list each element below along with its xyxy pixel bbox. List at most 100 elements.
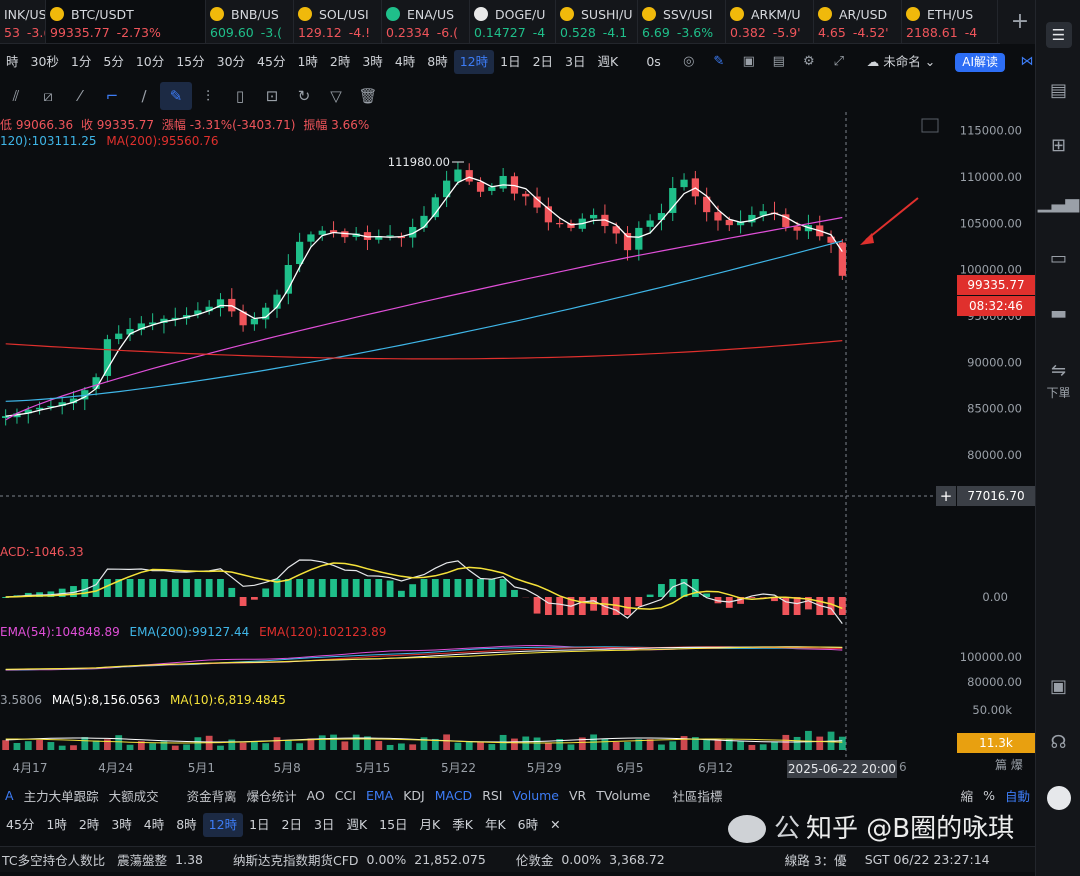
bottom-timeframe-option[interactable]: 3時 bbox=[105, 813, 137, 837]
gold-label[interactable]: 伦敦金 bbox=[516, 850, 554, 869]
bottom-timeframe-option[interactable]: 15日 bbox=[373, 813, 413, 837]
ticker-tab[interactable]: ETH/US 2188.61 -4 bbox=[902, 0, 998, 43]
indicator-option[interactable]: 大额成交 bbox=[104, 786, 164, 805]
template-icon[interactable]: ▣ bbox=[741, 54, 757, 70]
curve-icon[interactable]: ↻ bbox=[288, 82, 320, 110]
ticker-tab[interactable]: AR/USD 4.65 -4.52' bbox=[814, 0, 902, 43]
ticker-tab[interactable]: SSV/USI 6.69 -3.6% bbox=[638, 0, 726, 43]
percent-scale-toggle[interactable]: % bbox=[983, 788, 995, 803]
price-chart[interactable]: 0.00 100000.00 80000.00 50.00k 115000.00 110… bbox=[0, 112, 1035, 780]
indicator-option[interactable]: 社區指標 bbox=[667, 786, 727, 805]
pen-icon[interactable]: ✎ bbox=[711, 54, 727, 70]
bottom-timeframe-option[interactable]: 1日 bbox=[243, 813, 275, 837]
ticker-tab[interactable]: ENA/US 0.2334 -6.( bbox=[382, 0, 470, 43]
add-alert-button[interactable]: + bbox=[936, 486, 956, 506]
timeframe-option[interactable]: 15分 bbox=[170, 50, 210, 74]
stats-icon[interactable]: ▁▃▅ bbox=[1036, 192, 1080, 213]
timeframe-option[interactable]: 45分 bbox=[251, 50, 291, 74]
indicator-option[interactable]: 资金背离 bbox=[182, 786, 242, 805]
ticker-tab[interactable]: BNB/US 609.60 -3.( bbox=[206, 0, 294, 43]
camera-icon[interactable]: ◎ bbox=[681, 54, 697, 70]
log-scale-toggle[interactable]: 縮 bbox=[961, 786, 974, 805]
fullscreen-icon[interactable]: ⤢ bbox=[831, 54, 847, 70]
bottom-timeframe-option[interactable]: 12時 bbox=[202, 813, 244, 837]
trend-line-icon[interactable]: ⧄ bbox=[32, 82, 64, 110]
support-icon[interactable]: ☊ bbox=[1036, 732, 1080, 753]
battery-icon[interactable]: ▯ bbox=[224, 82, 256, 110]
trade-icon[interactable]: ⇋ bbox=[1036, 360, 1080, 381]
ticker-tab[interactable]: ARKM/U 0.382 -5.9' bbox=[726, 0, 814, 43]
timeframe-option[interactable]: 4時 bbox=[389, 50, 421, 74]
bottom-timeframe-option[interactable]: 年K bbox=[479, 813, 512, 837]
filter-icon[interactable]: ▽ bbox=[320, 82, 352, 110]
timeframe-option[interactable]: 2日 bbox=[527, 50, 559, 74]
timeframe-option[interactable]: 8時 bbox=[421, 50, 453, 74]
timeframe-option[interactable]: 12時 bbox=[453, 50, 495, 74]
pen-icon[interactable]: ✎ bbox=[160, 82, 192, 110]
bottom-timeframe-option[interactable]: 8時 bbox=[170, 813, 202, 837]
interval-label[interactable]: 0s bbox=[640, 50, 666, 74]
indicator-option[interactable]: KDJ bbox=[398, 788, 430, 803]
timeframe-option[interactable]: 3時 bbox=[356, 50, 388, 74]
brush-icon[interactable]: ∕ bbox=[128, 82, 160, 110]
indicator-option[interactable]: MACD bbox=[430, 788, 477, 803]
add-tab-button[interactable]: + bbox=[1000, 0, 1040, 44]
ticker-tab[interactable]: SOL/USI 129.12 -4.! bbox=[294, 0, 382, 43]
timeframe-option[interactable]: 10分 bbox=[130, 50, 170, 74]
indicator-option[interactable]: A bbox=[0, 788, 19, 803]
indicator-option[interactable]: CCI bbox=[330, 788, 361, 803]
calculator-icon[interactable]: ⊞ bbox=[1036, 135, 1080, 156]
timeframe-option[interactable]: 30分 bbox=[211, 50, 251, 74]
cloud-layout-name[interactable]: ☁ 未命名 ⌄ bbox=[861, 50, 941, 74]
timeframe-option[interactable]: 1分 bbox=[65, 50, 97, 74]
indicator-option[interactable]: Volume bbox=[508, 788, 565, 803]
bottom-timeframe-option[interactable]: 2日 bbox=[276, 813, 308, 837]
bottom-timeframe-option[interactable]: 週K bbox=[340, 813, 373, 837]
bottom-timeframe-option[interactable]: 45分 bbox=[0, 813, 40, 837]
line-tool-icon[interactable]: ⫽ bbox=[0, 82, 32, 110]
etf-icon[interactable]: ▬ bbox=[1036, 303, 1080, 324]
timeframe-option[interactable]: 週K bbox=[591, 50, 624, 74]
bottom-timeframe-option[interactable]: 4時 bbox=[138, 813, 170, 837]
timeframe-option[interactable]: 1日 bbox=[494, 50, 526, 74]
ray-icon[interactable]: ⁄ bbox=[64, 82, 96, 110]
indicator-option[interactable]: RSI bbox=[477, 788, 507, 803]
nasdaq-label[interactable]: 纳斯达克指数期货CFD bbox=[233, 850, 359, 869]
timeframe-option[interactable]: 3日 bbox=[559, 50, 591, 74]
indicator-option[interactable]: VR bbox=[564, 788, 591, 803]
trash-icon[interactable]: 🗑 bbox=[352, 82, 384, 110]
bottom-timeframe-option[interactable]: 月K bbox=[414, 813, 447, 837]
order-label[interactable]: 下單 bbox=[1036, 384, 1080, 401]
settings-icon[interactable]: ⚙ bbox=[801, 54, 817, 70]
ticker-tab[interactable]: SUSHI/U 0.528 -4.1 bbox=[556, 0, 638, 43]
timeframe-option[interactable]: 時 bbox=[0, 50, 25, 74]
bottom-timeframe-option[interactable]: 1時 bbox=[40, 813, 72, 837]
indicator-option[interactable]: AO bbox=[302, 788, 330, 803]
timeframe-option[interactable]: 2時 bbox=[324, 50, 356, 74]
indicator-option[interactable]: TVolume bbox=[591, 788, 655, 803]
assistant-icon[interactable] bbox=[1036, 786, 1080, 815]
ai-analysis-button[interactable]: AI解读 bbox=[955, 52, 1005, 72]
timeframe-option[interactable]: 30秒 bbox=[25, 50, 65, 74]
auto-scale-toggle[interactable]: 自動 bbox=[1005, 786, 1030, 805]
indicator-option[interactable]: EMA bbox=[361, 788, 398, 803]
measure-icon[interactable]: ⊡ bbox=[256, 82, 288, 110]
bottom-timeframe-option[interactable]: 3日 bbox=[308, 813, 340, 837]
crop-icon[interactable]: ⌐ bbox=[96, 82, 128, 110]
timeframe-option[interactable]: 1時 bbox=[291, 50, 323, 74]
ticker-tab[interactable]: DOGE/U 0.14727 -4 bbox=[470, 0, 556, 43]
indicator-option[interactable]: 主力大单跟踪 bbox=[19, 786, 104, 805]
bottom-timeframe-option[interactable]: 季K bbox=[446, 813, 479, 837]
ticker-tab[interactable]: INK/US 53 -3.( bbox=[0, 0, 46, 43]
share-icon[interactable]: ⋈ bbox=[1019, 54, 1035, 70]
pattern-icon[interactable]: ⫶ bbox=[192, 82, 224, 110]
notes-icon[interactable]: ▤ bbox=[1036, 80, 1080, 101]
ticker-tab[interactable]: BTC/USDT 99335.77 -2.73% bbox=[46, 0, 206, 43]
close-icon[interactable]: ✕ bbox=[544, 813, 566, 837]
bottom-timeframe-option[interactable]: 6時 bbox=[512, 813, 544, 837]
monitor-icon[interactable]: ▭ bbox=[1036, 248, 1080, 269]
layout-icon[interactable]: ▤ bbox=[771, 54, 787, 70]
layout-panel-icon[interactable]: ▣ bbox=[1036, 676, 1080, 697]
timeframe-option[interactable]: 5分 bbox=[97, 50, 129, 74]
watchlist-icon[interactable]: ☰ bbox=[1036, 22, 1080, 48]
